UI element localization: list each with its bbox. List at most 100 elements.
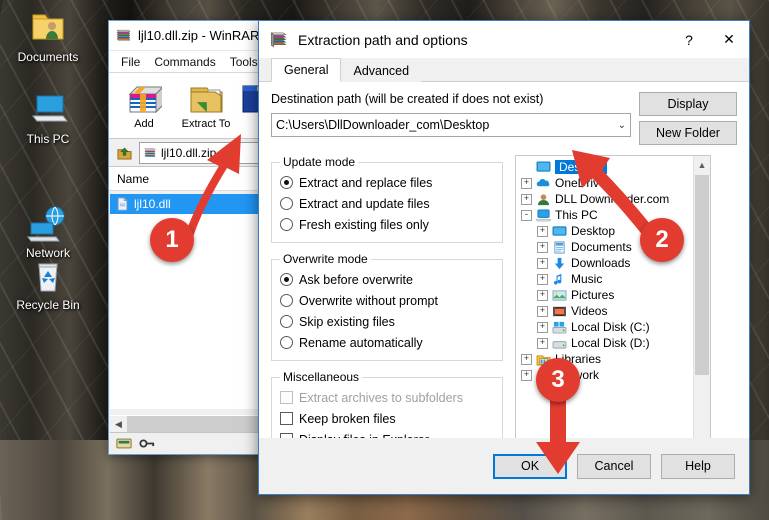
tree-node-label: OneDrive (555, 176, 606, 190)
winrar-titlebar[interactable]: ljl10.dll.zip - WinRAR (109, 21, 267, 51)
extract-to-icon (175, 80, 237, 118)
add-button[interactable]: Add (113, 78, 175, 130)
scroll-track[interactable] (127, 415, 266, 433)
option-label: Skip existing files (299, 314, 395, 329)
new-folder-button[interactable]: New Folder (639, 121, 737, 145)
scroll-left-icon[interactable]: ◀ (110, 415, 127, 433)
cancel-button[interactable]: Cancel (577, 453, 651, 479)
destination-path-value: C:\Users\DllDownloader_com\Desktop (276, 118, 490, 132)
horizontal-scrollbar[interactable]: ◀ (110, 415, 266, 433)
close-icon[interactable]: ✕ (709, 22, 749, 58)
tree-expander-icon[interactable]: + (537, 337, 548, 349)
tree-node-local-disk-c[interactable]: + Local Disk (C:) (519, 319, 693, 335)
radio-icon (280, 294, 293, 307)
column-header-name: Name (117, 171, 150, 186)
tree-expander-icon[interactable]: + (537, 321, 548, 333)
radio-rename-automatically[interactable]: Rename automatically (280, 332, 494, 353)
desktop-icon-label: Documents (17, 50, 79, 64)
desktop-icon-network[interactable]: Network (2, 202, 94, 260)
radio-icon (280, 176, 293, 189)
archive-path-text: ljl10.dll.zip (161, 145, 217, 160)
desktop-icon-label: This PC (26, 132, 70, 146)
tree-node-label: Documents (571, 240, 632, 254)
extract-to-button[interactable]: Extract To (175, 78, 237, 130)
menu-item-tools[interactable]: Tools (230, 55, 258, 69)
tree-node-music[interactable]: + Music (519, 271, 693, 287)
up-folder-button[interactable] (112, 141, 136, 164)
checkbox-extract-archives-to-subfolders: Extract archives to subfolders (280, 387, 494, 408)
tree-expander-icon[interactable]: + (521, 369, 532, 381)
display-button[interactable]: Display (639, 92, 737, 116)
pictures-icon (551, 289, 568, 302)
tree-node-desktop[interactable]: Desktop (519, 159, 693, 175)
dialog-title-text: Extraction path and options (298, 31, 468, 48)
tree-node-label: This PC (555, 208, 598, 222)
winrar-books-icon (270, 32, 287, 48)
dialog-footer: OK Cancel Help (259, 438, 749, 494)
chevron-down-icon[interactable]: ⌄ (618, 120, 626, 131)
tree-expander-icon[interactable]: + (537, 305, 548, 317)
miscellaneous-legend: Miscellaneous (283, 370, 360, 384)
computer-icon (535, 208, 552, 222)
checkbox-keep-broken-files[interactable]: Keep broken files (280, 408, 494, 429)
destination-path-combo[interactable]: C:\Users\DllDownloader_com\Desktop ⌄ (271, 113, 631, 137)
scrollbar-thumb[interactable] (695, 175, 709, 375)
tree-node-dll-downloader[interactable]: + DLL Downloader.com (519, 191, 693, 207)
option-label: Rename automatically (299, 335, 423, 350)
tab-general[interactable]: General (271, 58, 342, 82)
file-list-header[interactable]: Name (109, 167, 267, 191)
annotation-badge-3: 3 (536, 358, 580, 402)
disk-icon (116, 438, 132, 448)
destination-path-row: C:\Users\DllDownloader_com\Desktop ⌄ Dis… (271, 92, 737, 145)
tree-vertical-scrollbar[interactable]: ▲ ▼ (693, 156, 710, 457)
tree-node-onedrive[interactable]: + OneDrive (519, 175, 693, 191)
winrar-menubar: File Commands Tools (109, 51, 267, 73)
help-button-footer[interactable]: Help (661, 453, 735, 479)
key-icon (139, 439, 155, 447)
ok-button[interactable]: OK (493, 453, 567, 479)
winrar-books-icon (116, 29, 131, 41)
tree-expander-icon[interactable]: + (521, 193, 532, 205)
tree-node-pictures[interactable]: + Pictures (519, 287, 693, 303)
radio-overwrite-without-prompt[interactable]: Overwrite without prompt (280, 290, 494, 311)
tree-expander-icon[interactable]: + (537, 289, 548, 301)
table-row[interactable]: ljl10.dll (110, 194, 266, 214)
option-label: Ask before overwrite (299, 272, 413, 287)
desktop-icon-documents[interactable]: Documents (2, 6, 94, 64)
update-mode-legend: Update mode (283, 155, 356, 169)
up-folder-icon (116, 147, 132, 160)
tree-expander-icon[interactable]: + (537, 273, 548, 285)
add-button-label: Add (134, 118, 154, 130)
help-button[interactable]: ? (669, 22, 709, 58)
tree-expander-icon[interactable]: + (537, 225, 548, 237)
option-label: Keep broken files (299, 411, 396, 426)
radio-ask-before-overwrite[interactable]: Ask before overwrite (280, 269, 494, 290)
disk-icon (551, 337, 568, 350)
desktop-icon (551, 225, 568, 238)
desktop-icon (535, 160, 552, 174)
tree-expander-icon[interactable]: + (521, 353, 532, 365)
winrar-toolbar: Add Extract To (109, 73, 267, 139)
scroll-up-icon[interactable]: ▲ (694, 156, 710, 173)
dialog-titlebar[interactable]: Extraction path and options ? ✕ (259, 21, 749, 58)
tree-expander-icon[interactable]: + (537, 257, 548, 269)
tree-expander-icon[interactable]: + (537, 241, 548, 253)
tree-node-local-disk-d[interactable]: + Local Disk (D:) (519, 335, 693, 351)
tree-expander-icon[interactable]: + (521, 177, 532, 189)
radio-skip-existing-files[interactable]: Skip existing files (280, 311, 494, 332)
user-icon (535, 193, 552, 206)
menu-item-commands[interactable]: Commands (154, 55, 215, 69)
radio-extract-and-update[interactable]: Extract and update files (280, 193, 494, 214)
desktop-icon-recycle-bin[interactable]: Recycle Bin (2, 254, 94, 312)
dll-file-icon (117, 197, 128, 211)
menu-item-file[interactable]: File (121, 55, 140, 69)
tree-expander-icon[interactable]: - (521, 209, 532, 221)
radio-fresh-existing-only[interactable]: Fresh existing files only (280, 214, 494, 235)
tab-advanced[interactable]: Advanced (341, 59, 422, 82)
tree-node-label: Music (571, 272, 603, 286)
tree-node-videos[interactable]: + Videos (519, 303, 693, 319)
archive-path-combo[interactable]: ljl10.dll.zip (139, 141, 264, 164)
radio-extract-and-replace[interactable]: Extract and replace files (280, 172, 494, 193)
desktop-icon-this-pc[interactable]: This PC (2, 88, 94, 146)
documents-icon (551, 240, 568, 254)
